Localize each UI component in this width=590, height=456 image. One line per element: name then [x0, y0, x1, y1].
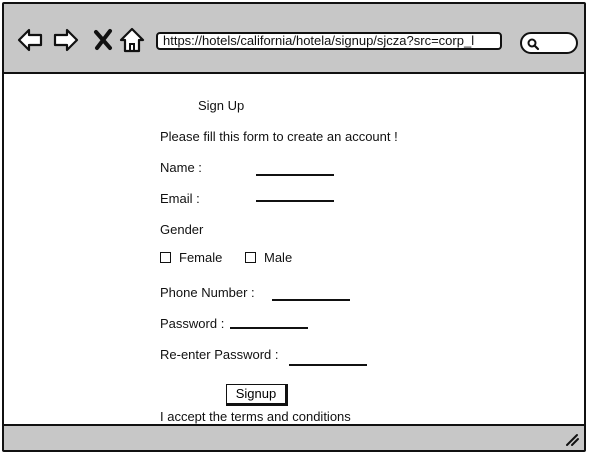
- form-instructions: Please fill this form to create an accou…: [160, 129, 398, 144]
- signup-page: Sign Up Please fill this form to create …: [4, 74, 584, 426]
- resize-grip-icon[interactable]: [564, 431, 580, 447]
- browser-statusbar: [4, 424, 584, 450]
- forward-arrow-icon[interactable]: [52, 26, 80, 54]
- email-field[interactable]: [256, 200, 334, 202]
- back-arrow-icon[interactable]: [16, 26, 44, 54]
- female-option-label: Female: [179, 250, 223, 265]
- email-label: Email :: [160, 191, 200, 206]
- home-icon[interactable]: [118, 26, 146, 54]
- name-label: Name :: [160, 160, 202, 175]
- form-title: Sign Up: [198, 98, 245, 113]
- phone-label: Phone Number :: [160, 285, 255, 300]
- search-icon: [527, 38, 540, 51]
- browser-search-box[interactable]: [520, 32, 578, 54]
- male-checkbox[interactable]: [245, 252, 256, 263]
- password-field[interactable]: [230, 327, 308, 329]
- name-field[interactable]: [256, 174, 334, 176]
- signup-button[interactable]: Signup: [226, 384, 288, 406]
- close-icon[interactable]: [90, 26, 118, 54]
- phone-field[interactable]: [272, 299, 350, 301]
- password-label: Password :: [160, 316, 225, 331]
- reenter-password-label: Re-enter Password :: [160, 347, 279, 362]
- reenter-password-field[interactable]: [289, 364, 367, 366]
- browser-toolbar: https://hotels/california/hotela/signup/…: [4, 4, 584, 74]
- gender-label: Gender: [160, 222, 204, 237]
- male-option-label: Male: [264, 250, 293, 265]
- female-checkbox[interactable]: [160, 252, 171, 263]
- terms-text: I accept the terms and conditions: [160, 409, 351, 424]
- url-bar[interactable]: https://hotels/california/hotela/signup/…: [156, 32, 502, 50]
- browser-window: https://hotels/california/hotela/signup/…: [2, 2, 586, 452]
